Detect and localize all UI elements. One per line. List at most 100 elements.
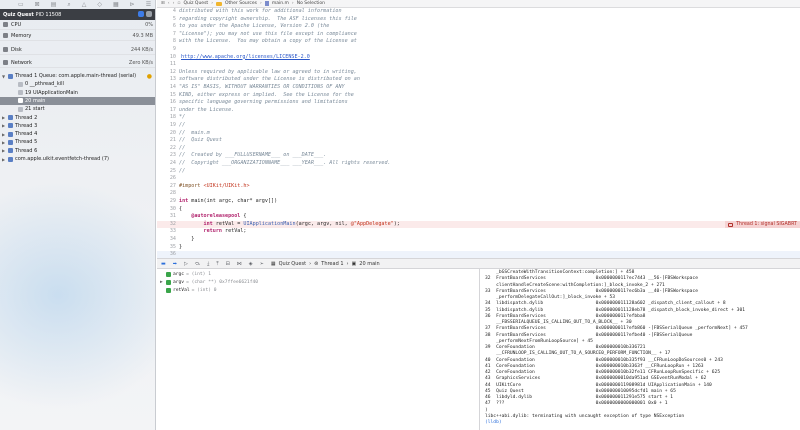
gauge-label: Memory xyxy=(11,32,32,39)
line-number: 25 xyxy=(169,167,176,174)
code-token: to you under the Apache License, Version… xyxy=(179,23,330,30)
error-badge[interactable]: Thread 1: signal SIGABRT xyxy=(725,220,800,229)
test-icon[interactable]: ◇ xyxy=(97,1,102,8)
thread-row[interactable]: ▼ Thread 1 Queue: com.apple.main-thread (… xyxy=(0,72,155,80)
thread-row[interactable]: ▶ Thread 2 xyxy=(0,114,155,122)
related-items-icon[interactable]: ⊞ xyxy=(161,1,165,6)
step-over-icon[interactable]: ⤼ xyxy=(195,261,200,267)
code-token: // Created by ___FULLUSERNAME___ on ___D… xyxy=(179,152,327,159)
project-icon: ▫ xyxy=(177,1,181,6)
local-variable-icon xyxy=(166,288,171,293)
thread-icon xyxy=(8,73,13,79)
issue-icon[interactable]: △ xyxy=(82,1,87,8)
gauge-memory[interactable]: Memory 49.3 MB xyxy=(0,31,155,41)
variable-row[interactable]: argc = (int) 1 xyxy=(160,271,211,278)
thread-label: Thread 4 xyxy=(15,131,38,138)
continue-icon[interactable]: ▷ xyxy=(184,261,188,267)
code-text: under the License. xyxy=(179,107,234,115)
jumpbar-selection[interactable]: No Selection xyxy=(297,1,325,6)
debug-breadcrumb[interactable]: ▦ Quiz Quest › ⊜ Thread 1 › ▣ 20 main xyxy=(271,261,380,267)
code-token: KIND, either express or implied. See the… xyxy=(179,91,354,98)
line-number: 32 xyxy=(169,220,176,227)
code-line: 9 xyxy=(157,46,800,54)
back-arrow-icon[interactable]: ‹ xyxy=(168,1,170,6)
step-out-icon[interactable]: ⤒ xyxy=(216,261,218,267)
console-line: 35 libdispatch.dylib 0x000000011128eb78 … xyxy=(485,307,745,313)
thread-row[interactable]: ▶ com.apple.uikit.eventfetch-thread (7) xyxy=(0,155,155,163)
variable-name: argc xyxy=(173,272,185,277)
view-hierarchy-icon[interactable]: ⊟ xyxy=(226,261,230,267)
code-line: 30{ xyxy=(157,206,800,214)
folder-icon[interactable]: ▭ xyxy=(18,1,24,8)
debug-icon[interactable]: ▦ xyxy=(113,1,119,8)
crumb-thread[interactable]: Thread 1 xyxy=(321,261,343,267)
code-token: software distributed under the License i… xyxy=(179,76,360,83)
code-line: 28 xyxy=(157,190,800,198)
code-token: // xyxy=(179,167,186,174)
thread-icon xyxy=(8,115,13,120)
symbol-icon[interactable]: ▤ xyxy=(51,1,57,8)
code-text: specific language governing permissions … xyxy=(179,99,348,107)
gauge-network[interactable]: Network Zero KB/s xyxy=(0,58,155,68)
code-line: 35} xyxy=(157,244,800,252)
jumpbar-project[interactable]: Quiz Quest xyxy=(183,1,208,6)
disclosure-closed-icon[interactable]: ▶ xyxy=(160,280,164,285)
crumb-project[interactable]: Quiz Quest xyxy=(279,261,306,267)
code-text: int main(int argc, char* argv[]) xyxy=(179,198,277,206)
variable-name: retVal xyxy=(173,288,190,293)
step-into-icon[interactable]: ⤓ xyxy=(207,261,209,267)
code-token: with the License. You may obtain a copy … xyxy=(179,38,357,45)
gauge-cpu[interactable]: CPU 0% xyxy=(0,20,155,30)
frame-icon xyxy=(18,90,23,96)
thread-row[interactable]: ▶ Thread 4 xyxy=(0,130,155,138)
location-icon[interactable]: ➢ xyxy=(260,261,264,267)
line-number: 16 xyxy=(169,99,176,106)
jumpbar-file[interactable]: main.m xyxy=(272,1,289,6)
jumpbar-group[interactable]: Other Sources xyxy=(225,1,257,6)
environment-icon[interactable]: ◈ xyxy=(249,261,253,267)
code-editor[interactable]: 4 distributed with this work for addition… xyxy=(157,8,800,258)
variable-row[interactable]: ▶ argv = (char **) 0x7ffee6621f40 xyxy=(160,279,258,286)
line-number: 7 xyxy=(172,30,176,37)
code-line: 25// xyxy=(157,168,800,176)
code-text: return retVal; xyxy=(179,228,247,236)
process-header[interactable]: Quiz Quest PID 11508 xyxy=(0,9,155,20)
line-number: 5 xyxy=(172,15,176,22)
code-line: 6 to you under the Apache License, Versio… xyxy=(157,23,800,31)
breakpoints-toggle-icon[interactable]: ➡ xyxy=(173,261,177,267)
find-icon[interactable]: ⌕ xyxy=(67,1,70,9)
gauge-disk[interactable]: Disk 244 KB/s xyxy=(0,45,155,55)
chevron-right-icon: › xyxy=(211,1,213,6)
thread-row[interactable]: ▶ Thread 3 xyxy=(0,122,155,130)
stack-frame[interactable]: 21 start xyxy=(0,105,155,113)
console-output[interactable]: _bGSCreateWithTransitionContext:completi… xyxy=(481,269,800,430)
code-token: } xyxy=(179,243,183,250)
code-token: @autoreleasepool xyxy=(191,213,241,220)
breakpoint-icon[interactable]: ⊳ xyxy=(130,1,135,8)
console-line: 33 FrontBoardServices 0x000000011?ec6b3a… xyxy=(485,288,698,294)
stack-frame[interactable]: 20 main xyxy=(0,96,155,105)
stack-frame[interactable]: 0 __pthread_kill xyxy=(0,80,155,88)
code-line: 8 with the License. You may obtain a copy… xyxy=(157,38,800,46)
gauge-icon xyxy=(3,22,8,27)
thread-row[interactable]: ▶ Thread 5 xyxy=(0,138,155,146)
code-text: // main.m xyxy=(179,130,210,138)
console-line: libc++abi.dylib: terminating with uncaug… xyxy=(485,413,685,419)
code-token: } xyxy=(179,236,195,242)
source-control-icon[interactable]: ⊠ xyxy=(35,1,40,8)
stack-frame[interactable]: 19 UIApplicationMain xyxy=(0,89,155,97)
hide-debug-area-icon[interactable]: ▬ xyxy=(161,261,166,267)
line-number: 19 xyxy=(169,122,176,128)
thread-row[interactable]: ▶ Thread 6 xyxy=(0,147,155,155)
crumb-frame[interactable]: 20 main xyxy=(359,261,379,267)
memory-graph-icon[interactable]: ⋈ xyxy=(237,261,242,267)
thread-label: Thread 1 Queue: com.apple.main-thread (s… xyxy=(15,73,137,79)
process-options-icon[interactable] xyxy=(138,11,144,17)
app-icon: ▦ xyxy=(270,260,276,267)
process-info-icon[interactable] xyxy=(146,11,152,17)
code-token: { xyxy=(179,205,183,212)
variable-row[interactable]: retVal = (int) 0 xyxy=(160,287,217,294)
report-icon[interactable]: ☰ xyxy=(146,1,151,8)
forward-arrow-icon[interactable]: › xyxy=(173,1,175,6)
code-token: @"AppDelegate" xyxy=(350,220,394,227)
